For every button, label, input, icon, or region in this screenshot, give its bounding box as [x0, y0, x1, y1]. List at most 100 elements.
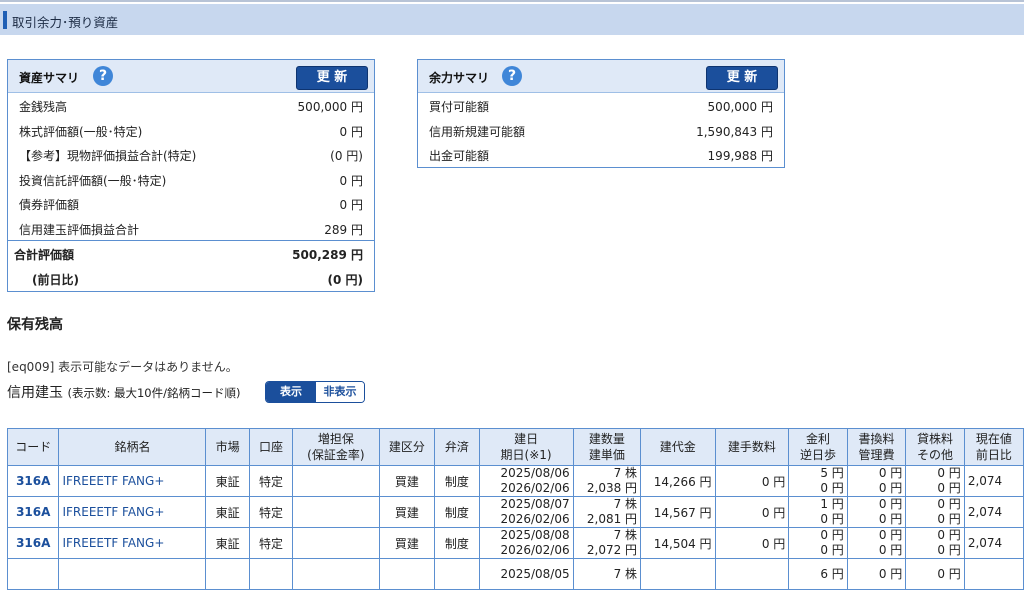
summary-row-label: 投資信託評価額(一般･特定)	[19, 173, 167, 188]
cell-account	[248, 558, 294, 590]
column-header: 建数量 建単価	[572, 428, 642, 466]
column-header-label: 建数量	[588, 432, 625, 446]
cell-name[interactable]: IFREEETF FANG+	[58, 496, 207, 528]
column-header-label: 書換料	[858, 432, 895, 446]
column-header: 貸株料 その他	[905, 428, 965, 466]
help-icon[interactable]: ?	[502, 66, 522, 86]
summary-row-value: 0 円	[339, 173, 363, 188]
margin-summary-title: 余力サマリ	[429, 71, 490, 85]
cell-lending-fee: 0 円	[905, 558, 965, 590]
asset-summary-title: 資産サマリ	[19, 71, 80, 85]
cell-dates-line: 2026/02/06	[500, 481, 570, 495]
cell-rewrite-fee-line: 0 円	[878, 512, 903, 526]
cell-lending-fee-line: 0 円	[937, 543, 961, 557]
cell-qty-price-line: 7 株	[613, 566, 638, 581]
cell-qty-price-line: 7 株	[613, 497, 638, 512]
asset-summary-update-button[interactable]: 更 新	[296, 66, 368, 90]
column-header: 市場	[205, 428, 250, 466]
margin-positions-table: コード 銘柄名 市場 口座 増担保 (保証金率) 建区分 弁済 建日 期日(※1) 建数量 建単価 建代…	[6, 428, 1024, 590]
cell-current-price: 2,074	[963, 465, 1024, 497]
cell-dates-line: 2025/08/05	[500, 566, 570, 581]
column-header: 金利 逆日歩	[788, 428, 848, 466]
cell-code[interactable]: 316A	[6, 527, 60, 559]
display-toggle[interactable]: 表示 非表示	[265, 381, 365, 403]
cell-interest-line: 0 円	[820, 481, 844, 495]
margin-positions-title: 信用建玉 (表示数: 最大10件/銘柄コード順)	[7, 382, 240, 402]
toggle-show[interactable]: 表示	[266, 382, 316, 402]
cell-lending-fee: 0 円0 円	[905, 465, 965, 497]
cell-qty-price-line: 2,081 円	[586, 512, 638, 526]
holdings-title: 保有残高	[7, 317, 63, 333]
summary-row-label: 出金可能額	[429, 149, 490, 163]
cell-current-price: 2,074	[963, 527, 1024, 559]
cell-lending-fee-line: 0 円	[937, 466, 961, 481]
summary-row-label: 株式評価額(一般･特定)	[19, 124, 143, 139]
summary-row-value: 289 円	[324, 222, 363, 237]
table-header-row: コード 銘柄名 市場 口座 増担保 (保証金率) 建区分 弁済 建日 期日(※1) 建数量 建単価 建代…	[6, 428, 1024, 466]
cell-type: 買建	[378, 465, 436, 497]
cell-name[interactable]: IFREEETF FANG+	[58, 527, 207, 559]
column-header: 建代金	[640, 428, 716, 466]
prev-day-row: (前日比) (0 円)	[8, 266, 374, 291]
summary-row: 出金可能額 199,988 円	[418, 142, 784, 167]
cell-repay: 制度	[434, 465, 480, 497]
cell-collateral	[292, 558, 380, 590]
margin-positions-heading: 信用建玉	[7, 385, 63, 401]
cell-fee: 0 円	[714, 496, 790, 528]
column-header-label: その他	[917, 448, 954, 462]
column-header: 書換料 管理費	[846, 428, 907, 466]
summary-row-value: 1,590,843 円	[696, 124, 773, 139]
cell-fee: 0 円	[714, 527, 790, 559]
total-valuation-value: 500,289 円	[292, 248, 363, 262]
column-header: 建日 期日(※1)	[478, 428, 574, 466]
help-icon[interactable]: ?	[93, 66, 113, 86]
column-header-label: 建代金	[659, 440, 696, 454]
cell-collateral	[292, 496, 380, 528]
cell-collateral	[292, 527, 380, 559]
top-border	[0, 0, 1024, 2]
cell-market	[205, 558, 250, 590]
cell-code[interactable]: 316A	[6, 465, 60, 497]
cell-fee	[714, 558, 790, 590]
cell-interest-line: 0 円	[820, 528, 844, 543]
column-header-label: 金利	[806, 432, 831, 446]
summary-row-value: 0 円	[339, 198, 363, 212]
column-header: 建区分	[378, 428, 436, 466]
column-header-label: 管理費	[858, 448, 895, 462]
cell-amount: 14,567 円	[640, 496, 716, 528]
toggle-hide[interactable]: 非表示	[316, 382, 364, 402]
summary-row-label: 信用建玉評価損益合計	[19, 222, 140, 237]
table-row: 316A IFREEETF FANG+ 東証 特定 買建 制度 2025/08/06 2026…	[6, 465, 1024, 497]
column-header-label: 建手数料	[727, 440, 776, 454]
cell-qty-price-line: 2,072 円	[586, 543, 638, 557]
column-header-label: 口座	[258, 440, 283, 454]
cell-lending-fee-line: 0 円	[937, 528, 961, 543]
table-row: 316A IFREEETF FANG+ 東証 特定 買建 制度 2025/08/08 2026…	[6, 527, 1024, 559]
cell-market: 東証	[205, 496, 250, 528]
table-body: 316A IFREEETF FANG+ 東証 特定 買建 制度 2025/08/06 2026…	[6, 465, 1024, 590]
header-accent-bar	[3, 11, 7, 29]
cell-dates: 2025/08/08 2026/02/06	[478, 527, 574, 559]
cell-type	[378, 558, 436, 590]
cell-interest-line: 5 円	[820, 466, 844, 481]
column-header-label: 増担保	[317, 432, 354, 446]
summary-row-value: 500,000 円	[297, 100, 363, 114]
summary-row: 信用建玉評価損益合計 289 円	[8, 216, 374, 241]
cell-rewrite-fee-line: 0 円	[878, 566, 903, 581]
cell-lending-fee-line: 0 円	[937, 497, 961, 512]
summary-row: 信用新規建可能額 1,590,843 円	[418, 118, 784, 143]
column-header-label: 貸株料	[917, 432, 954, 446]
cell-name[interactable]	[58, 558, 207, 590]
cell-interest-line: 1 円	[820, 497, 844, 512]
cell-name[interactable]: IFREEETF FANG+	[58, 465, 207, 497]
cell-code[interactable]: 316A	[6, 496, 60, 528]
cell-lending-fee: 0 円0 円	[905, 496, 965, 528]
cell-dates-line: 2025/08/07	[500, 497, 570, 512]
cell-qty-price: 7 株 2,081 円	[572, 496, 642, 528]
cell-lending-fee-line: 0 円	[937, 512, 961, 526]
margin-summary-update-button[interactable]: 更 新	[706, 66, 778, 90]
cell-dates-line: 2025/08/08	[500, 528, 570, 543]
cell-code[interactable]	[6, 558, 60, 590]
cell-rewrite-fee: 0 円0 円	[846, 496, 907, 528]
total-valuation-row: 合計評価額 500,289 円	[8, 240, 374, 266]
